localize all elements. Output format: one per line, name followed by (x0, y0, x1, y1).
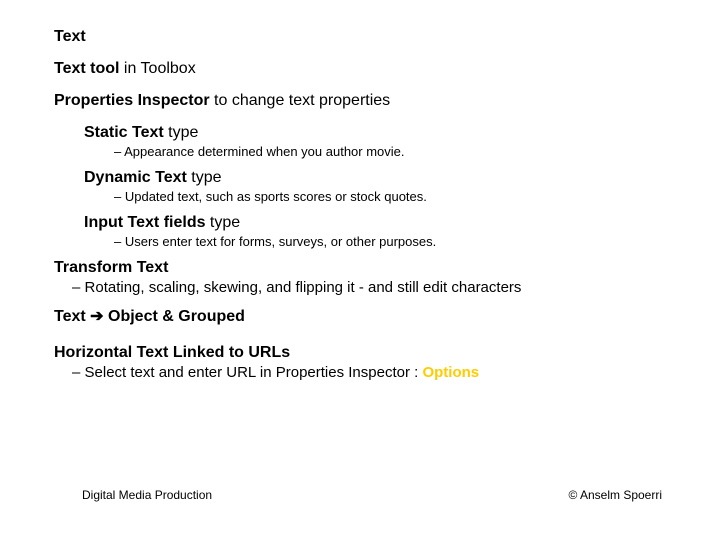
dynamic-text-rest: type (187, 169, 222, 186)
dynamic-text-heading: Dynamic Text type (84, 169, 670, 187)
transform-text-heading: Transform Text (54, 259, 670, 277)
input-text-bullet: Users enter text for forms, surveys, or … (114, 234, 670, 249)
text-tool-bold: Text tool (54, 60, 119, 77)
object-grouped-pre: Text (54, 308, 90, 325)
dynamic-text-bold: Dynamic Text (84, 169, 187, 186)
urls-options-link[interactable]: Options (422, 364, 479, 381)
prop-inspector-line: Properties Inspector to change text prop… (54, 92, 670, 110)
static-text-bold: Static Text (84, 124, 164, 141)
footer-right: © Anselm Spoerri (568, 488, 662, 502)
urls-bullet: Select text and enter URL in Properties … (72, 364, 670, 381)
urls-heading: Horizontal Text Linked to URLs (54, 344, 670, 362)
spacer (54, 328, 670, 338)
object-grouped-heading: Text ➔ Object & Grouped (54, 306, 670, 326)
input-text-heading: Input Text fields type (84, 214, 670, 232)
static-text-heading: Static Text type (84, 124, 670, 142)
text-tool-line: Text tool in Toolbox (54, 60, 670, 78)
input-text-rest: type (205, 214, 240, 231)
urls-bullet-pre: Select text and enter URL in Properties … (85, 364, 423, 381)
text-tool-rest: in Toolbox (119, 60, 195, 77)
object-grouped-post: Object & Grouped (104, 308, 245, 325)
prop-inspector-bold: Properties Inspector (54, 92, 210, 109)
footer-left: Digital Media Production (82, 488, 212, 502)
slide: Text Text tool in Toolbox Properties Ins… (0, 0, 720, 540)
dynamic-text-bullet: Updated text, such as sports scores or s… (114, 189, 670, 204)
transform-text-bullet: Rotating, scaling, skewing, and flipping… (72, 279, 670, 296)
slide-title: Text (54, 28, 670, 46)
arrow-icon: ➔ (90, 308, 103, 325)
footer: Digital Media Production © Anselm Spoerr… (82, 488, 662, 502)
input-text-bold: Input Text fields (84, 214, 205, 231)
text-types-group: Static Text type Appearance determined w… (84, 124, 670, 249)
prop-inspector-rest: to change text properties (210, 92, 391, 109)
static-text-rest: type (164, 124, 199, 141)
static-text-bullet: Appearance determined when you author mo… (114, 144, 670, 159)
